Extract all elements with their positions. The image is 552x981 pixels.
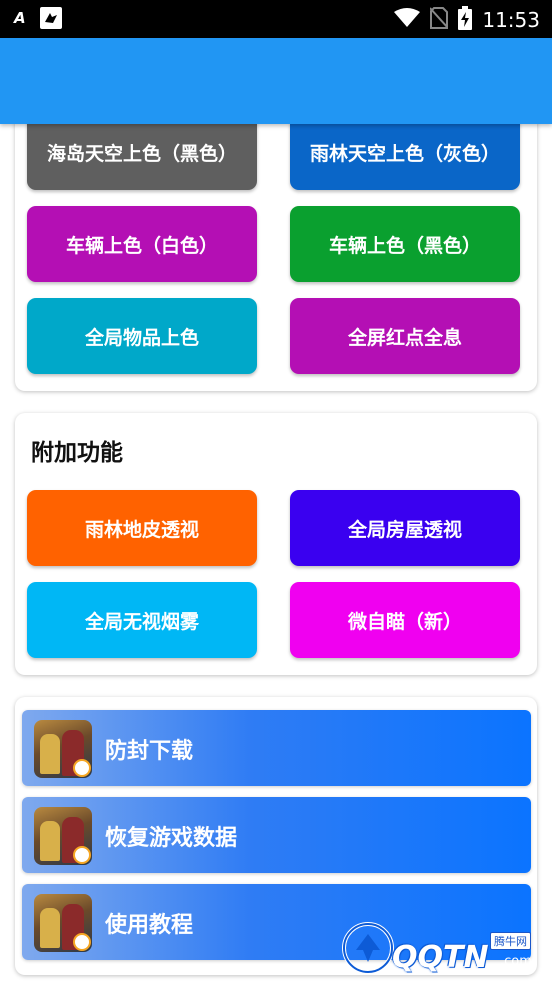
list-item-label: 使用教程 [105,913,194,938]
restore-game-data-item[interactable]: 恢复游戏数据 [22,797,531,873]
battery-charging-icon [458,6,473,34]
wifi-icon [394,8,421,32]
game-thumbnail-icon [34,720,92,778]
font-size-icon: A [14,9,26,27]
watermark-suffix: .com [500,954,532,969]
watermark-brand: QQTN [392,940,489,975]
game-thumbnail-icon [34,807,92,865]
vehicle-white-button[interactable]: 车辆上色（白色） [27,206,257,282]
no-sim-icon [429,7,450,33]
extra-functions-card: 附加功能 雨林地皮透视 全局房屋透视 全局无视烟雾 微自瞄（新） [15,413,537,675]
list-item-label: 防封下载 [105,739,194,764]
island-sky-black-button[interactable]: 海岛天空上色（黑色） [27,114,257,190]
vehicle-black-button[interactable]: 车辆上色（黑色） [290,206,520,282]
watermark-chip: 腾牛网 [490,932,531,950]
list-item-label: 恢复游戏数据 [105,826,238,851]
fullscreen-red-dot-button[interactable]: 全屏红点全息 [290,298,520,374]
watermark-logo: 腾牛网 QQTN .com [340,920,550,978]
status-bar: A 11:53 [0,0,552,38]
game-thumbnail-icon [34,894,92,952]
rainforest-sky-gray-button[interactable]: 雨林天空上色（灰色） [290,114,520,190]
notification-bird-icon [39,7,62,29]
anti-ban-download-item[interactable]: 防封下载 [22,710,531,786]
coloring-card: 海岛天空上色（黑色） 雨林天空上色（灰色） 车辆上色（白色） 车辆上色（黑色） … [15,96,537,391]
micro-aim-button[interactable]: 微自瞄（新） [290,582,520,658]
watermark-emblem-icon [342,922,394,974]
app-bar [0,38,552,124]
rainforest-ground-xray-button[interactable]: 雨林地皮透视 [27,490,257,566]
section-title: 附加功能 [31,440,123,466]
clock-time: 11:53 [482,8,540,32]
global-house-xray-button[interactable]: 全局房屋透视 [290,490,520,566]
ignore-smoke-button[interactable]: 全局无视烟雾 [27,582,257,658]
global-items-color-button[interactable]: 全局物品上色 [27,298,257,374]
